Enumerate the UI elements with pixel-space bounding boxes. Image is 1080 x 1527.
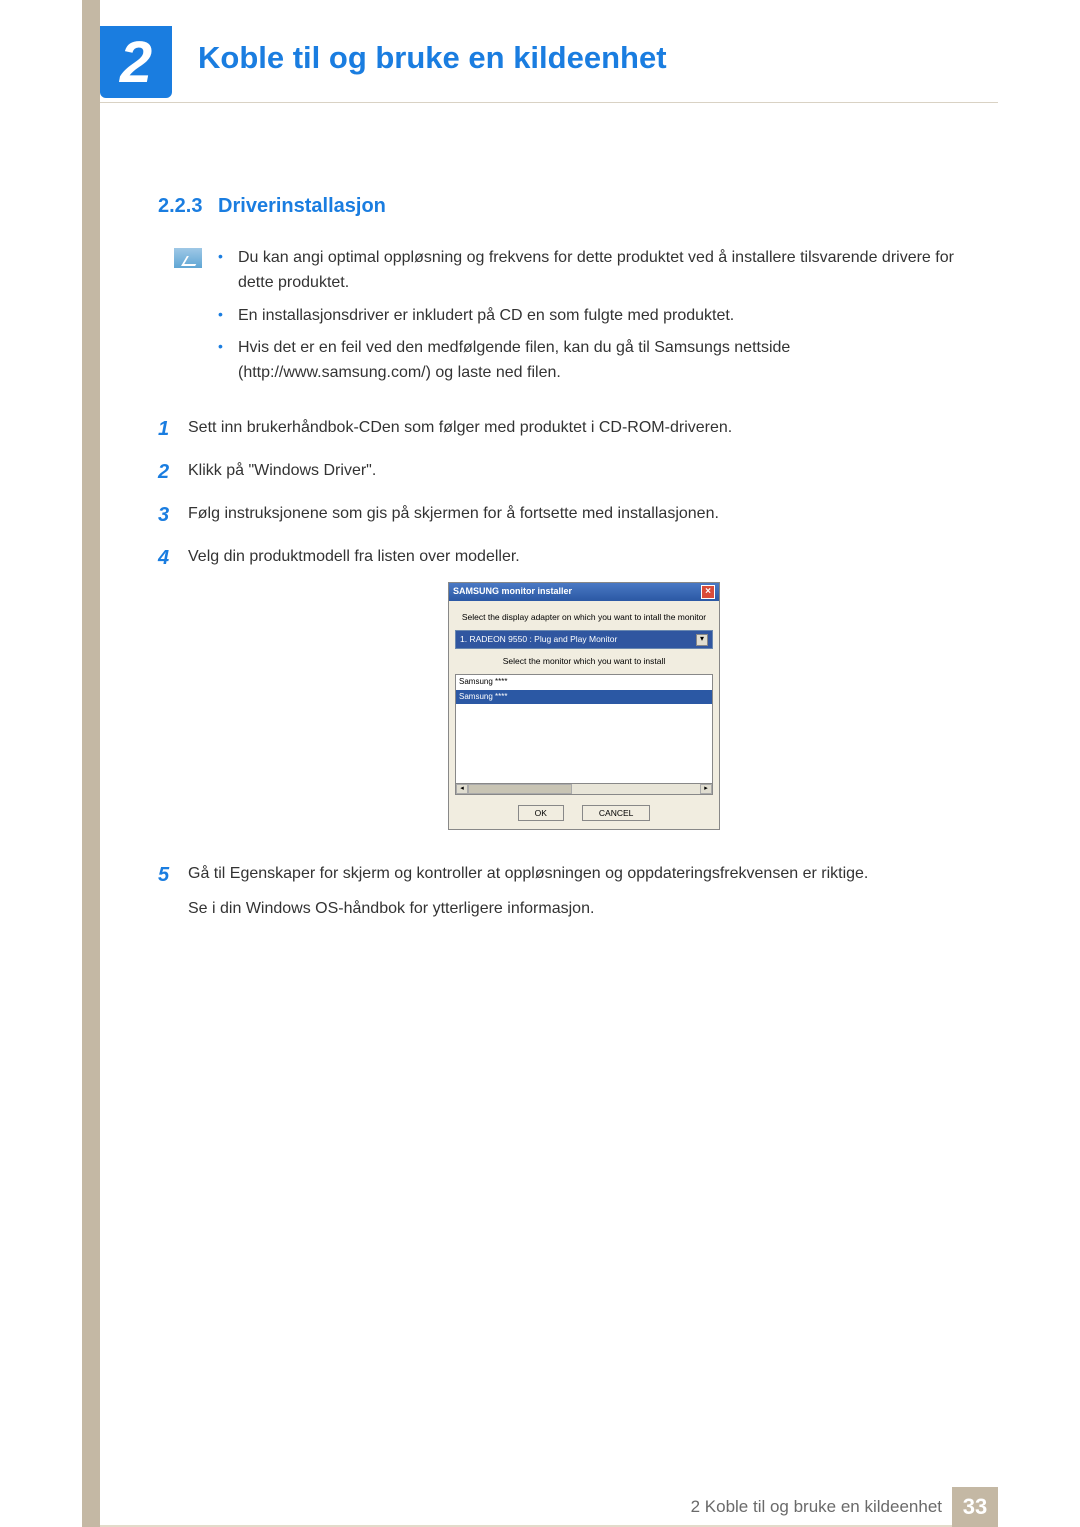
note-bullet: Du kan angi optimal oppløsning og frekve… [218,246,980,296]
note-bullets: Du kan angi optimal oppløsning og frekve… [218,246,980,394]
installer-title: SAMSUNG monitor installer [453,585,572,599]
step-text: Følg instruksjonene som gis på skjermen … [188,500,980,531]
step-item: 5 Gå til Egenskaper for skjerm og kontro… [158,860,980,922]
close-icon[interactable]: × [701,585,715,599]
installer-dialog: SAMSUNG monitor installer × Select the d… [448,582,720,831]
note-bullet: En installasjonsdriver er inkludert på C… [218,304,980,329]
section-number: 2.2.3 [158,195,202,217]
step-item: 1 Sett inn brukerhåndbok-CDen som følger… [158,414,980,445]
step-number: 2 [158,457,188,488]
step-number: 4 [158,543,188,848]
left-accent-stripe [82,0,100,1527]
list-item[interactable]: Samsung **** [456,675,712,689]
installer-label-monitor: Select the monitor which you want to ins… [455,655,713,668]
step-text: Gå til Egenskaper for skjerm og kontroll… [188,860,980,922]
footer-chapter-label: 2 Koble til og bruke en kildeenhet [691,1497,942,1517]
scroll-track[interactable] [468,784,700,794]
step-text-inner: Gå til Egenskaper for skjerm og kontroll… [188,865,868,882]
installer-button-row: OK CANCEL [455,805,713,821]
section-title: Driverinstallasjon [218,195,386,217]
step-text-inner: Velg din produktmodell fra listen over m… [188,548,520,565]
step-subtext: Se i din Windows OS-håndbok for ytterlig… [188,897,980,922]
note-icon [174,248,202,268]
scroll-left-icon[interactable]: ◂ [456,784,468,794]
chapter-title: Koble til og bruke en kildeenhet [198,40,667,76]
step-item: 3 Følg instruksjonene som gis på skjerme… [158,500,980,531]
section-heading: 2.2.3 Driverinstallasjon [158,195,980,218]
step-item: 4 Velg din produktmodell fra listen over… [158,543,980,848]
chevron-down-icon[interactable]: ▾ [696,634,708,646]
step-list: 1 Sett inn brukerhåndbok-CDen som følger… [158,414,980,922]
scroll-thumb[interactable] [468,784,572,794]
step-text: Sett inn brukerhåndbok-CDen som følger m… [188,414,980,445]
step-number: 1 [158,414,188,445]
step-text: Klikk på "Windows Driver". [188,457,980,488]
installer-titlebar: SAMSUNG monitor installer × [449,583,719,601]
adapter-dropdown[interactable]: 1. RADEON 9550 : Plug and Play Monitor ▾ [455,630,713,649]
step-text: Velg din produktmodell fra listen over m… [188,543,980,848]
scroll-right-icon[interactable]: ▸ [700,784,712,794]
page-footer: 2 Koble til og bruke en kildeenhet 33 [100,1487,998,1527]
cancel-button[interactable]: CANCEL [582,805,650,821]
step-item: 2 Klikk på "Windows Driver". [158,457,980,488]
list-item[interactable]: Samsung **** [456,690,712,704]
installer-body: Select the display adapter on which you … [449,601,719,830]
page-content: 2.2.3 Driverinstallasjon Du kan angi opt… [158,195,980,934]
header-divider [100,102,998,103]
step-number: 5 [158,860,188,922]
step-number: 3 [158,500,188,531]
page-number: 33 [952,1487,998,1527]
ok-button[interactable]: OK [518,805,564,821]
horizontal-scrollbar[interactable]: ◂ ▸ [455,783,713,795]
installer-label-adapter: Select the display adapter on which you … [455,611,713,624]
note-block: Du kan angi optimal oppløsning og frekve… [174,246,980,394]
note-bullet: Hvis det er en feil ved den medfølgende … [218,336,980,386]
monitor-list[interactable]: Samsung **** Samsung **** [455,674,713,784]
chapter-number-badge: 2 [100,26,172,98]
adapter-selected: 1. RADEON 9550 : Plug and Play Monitor [460,633,617,646]
